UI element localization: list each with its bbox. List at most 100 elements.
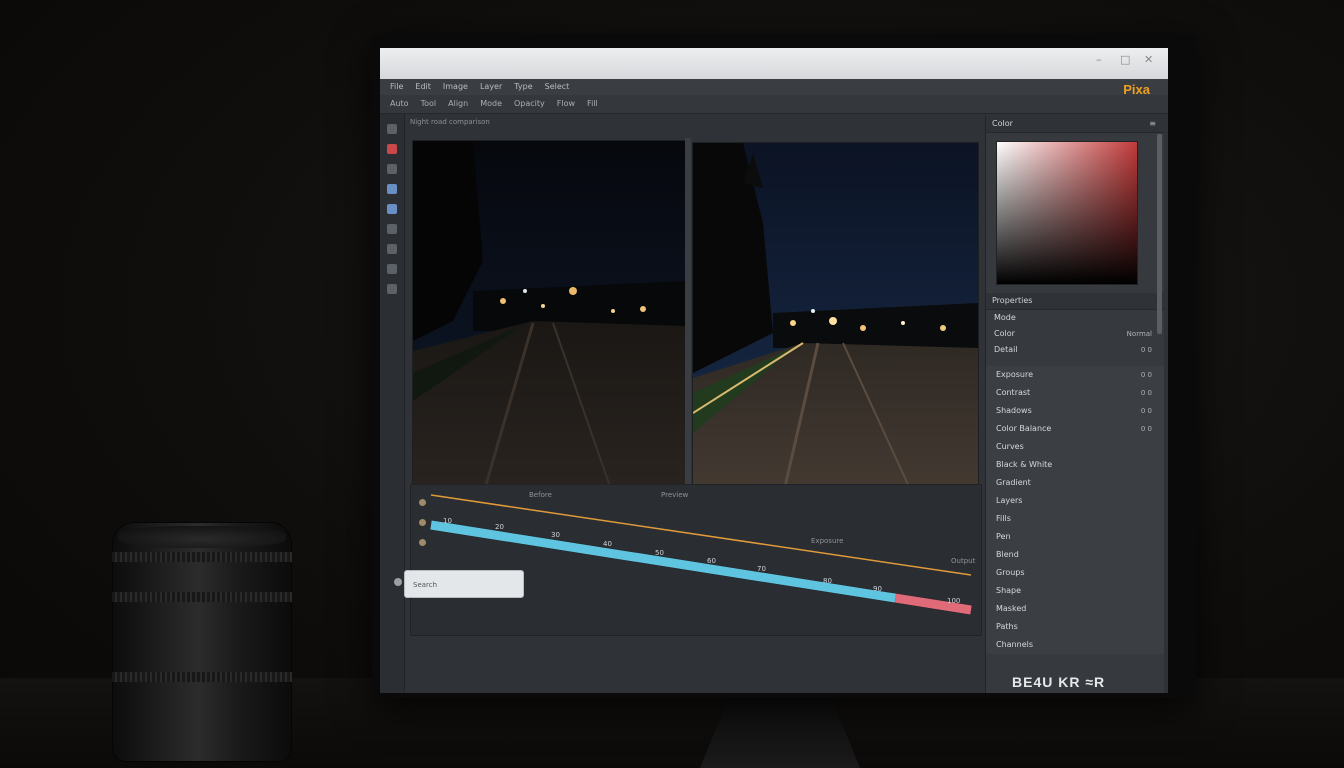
- adjustment-item[interactable]: Groups: [986, 564, 1164, 582]
- properties-panel-header[interactable]: Properties: [986, 293, 1164, 310]
- adjustment-label: Fills: [996, 514, 1011, 523]
- property-row[interactable]: Color Normal: [986, 326, 1164, 342]
- camera-lens: [112, 522, 292, 762]
- adjustment-label: Color Balance: [996, 424, 1052, 433]
- adjustment-value: 0 0: [1140, 407, 1152, 415]
- adjustment-item[interactable]: Pen: [986, 528, 1164, 546]
- brush-tool-icon[interactable]: [387, 144, 397, 154]
- menu-select[interactable]: Select: [545, 79, 570, 95]
- tools-panel: [380, 114, 405, 693]
- monitor: – □ ✕ File Edit Image Layer Type Select …: [372, 34, 1196, 698]
- adjustment-item[interactable]: Masked: [986, 600, 1164, 618]
- menu-file[interactable]: File: [390, 79, 403, 95]
- crop-tool-icon[interactable]: [387, 184, 397, 194]
- menu-bar: File Edit Image Layer Type Select: [380, 79, 1168, 95]
- zoom-tool-icon[interactable]: [387, 284, 397, 294]
- lasso-tool-icon[interactable]: [387, 164, 397, 174]
- menu-type[interactable]: Type: [514, 79, 532, 95]
- property-label: Mode: [994, 313, 1016, 322]
- tick-label: 70: [757, 565, 766, 573]
- adjustment-item[interactable]: Color Balance 0 0: [986, 420, 1164, 438]
- tick-label: 80: [823, 577, 832, 585]
- after-image[interactable]: [692, 142, 979, 540]
- adjustment-label: Black & White: [996, 460, 1053, 469]
- adjustment-item[interactable]: Gradient: [986, 474, 1164, 492]
- adjustment-label: Exposure: [996, 370, 1034, 379]
- tick-label: 30: [551, 531, 560, 539]
- tick-label: 60: [707, 557, 716, 565]
- title-bar: – □ ✕: [380, 48, 1168, 79]
- adjustment-item[interactable]: Shape: [986, 582, 1164, 600]
- property-label: Color: [994, 329, 1015, 338]
- adjustment-item[interactable]: Exposure 0 0: [986, 366, 1164, 384]
- adjustment-value: 0 0: [1140, 371, 1152, 379]
- toolbar-item[interactable]: Tool: [421, 95, 437, 113]
- window-controls: – □ ✕: [1096, 54, 1156, 66]
- toolbar-item[interactable]: Auto: [390, 95, 409, 113]
- panel-scrollbar[interactable]: [1157, 134, 1162, 334]
- adjustment-label: Groups: [996, 568, 1025, 577]
- adjustment-label: Masked: [996, 604, 1027, 613]
- lens-ring: [112, 552, 292, 562]
- options-bar: Auto Tool Align Mode Opacity Flow Fill: [380, 95, 1168, 114]
- property-row[interactable]: Mode: [986, 310, 1164, 326]
- eyedropper-tool-icon[interactable]: [387, 204, 397, 214]
- toolbar-item[interactable]: Opacity: [514, 95, 545, 113]
- adjustment-item[interactable]: Fills: [986, 510, 1164, 528]
- adjustment-item[interactable]: Contrast 0 0: [986, 384, 1164, 402]
- menu-image[interactable]: Image: [443, 79, 468, 95]
- adjustment-item[interactable]: Layers: [986, 492, 1164, 510]
- panel-menu-icon[interactable]: ≡: [1149, 116, 1156, 132]
- adjustment-label: Shadows: [996, 406, 1032, 415]
- close-icon[interactable]: ✕: [1144, 54, 1156, 66]
- color-panel-header[interactable]: Color ≡: [986, 116, 1164, 133]
- adjustment-label: Pen: [996, 532, 1011, 541]
- lens-cap: [118, 526, 286, 548]
- search-input[interactable]: Search: [404, 570, 524, 598]
- expand-handle-icon[interactable]: [394, 578, 402, 586]
- after-photo: [693, 143, 978, 539]
- toolbar-item[interactable]: Align: [448, 95, 468, 113]
- split-divider[interactable]: [685, 138, 691, 498]
- eraser-tool-icon[interactable]: [387, 224, 397, 234]
- right-panel: Color ≡ Properties Mode Color Normal Det…: [985, 116, 1164, 693]
- adjustment-label: Shape: [996, 586, 1022, 595]
- adjustment-label: Gradient: [996, 478, 1031, 487]
- move-tool-icon[interactable]: [387, 124, 397, 134]
- tick-label: 90: [873, 585, 882, 593]
- adjustment-label: Blend: [996, 550, 1019, 559]
- color-picker: [986, 133, 1164, 293]
- menu-layer[interactable]: Layer: [480, 79, 502, 95]
- slider-graph[interactable]: [411, 485, 981, 635]
- adjustment-value: 0 0: [1140, 389, 1152, 397]
- adjustments-list: Exposure 0 0 Contrast 0 0 Shadows 0 0 Color Ba…: [986, 366, 1164, 654]
- property-value: 0 0: [1140, 346, 1152, 354]
- monitor-brand-text: BE4U KR ≈R: [1012, 674, 1106, 690]
- toolbar-item[interactable]: Mode: [480, 95, 502, 113]
- adjustment-item[interactable]: Blend: [986, 546, 1164, 564]
- shape-tool-icon[interactable]: [387, 264, 397, 274]
- adjustment-label: Contrast: [996, 388, 1031, 397]
- tick-label: 20: [495, 523, 504, 531]
- maximize-icon[interactable]: □: [1120, 54, 1132, 66]
- adjustment-item[interactable]: Black & White: [986, 456, 1164, 474]
- adjustment-item[interactable]: Channels: [986, 636, 1164, 654]
- document-tab[interactable]: Night road comparison: [410, 118, 490, 126]
- adjustment-label: Channels: [996, 640, 1034, 649]
- lens-ring: [112, 592, 292, 602]
- menu-edit[interactable]: Edit: [415, 79, 431, 95]
- property-row[interactable]: Detail 0 0: [986, 342, 1164, 358]
- color-field[interactable]: [996, 141, 1138, 285]
- adjustment-item[interactable]: Curves: [986, 438, 1164, 456]
- adjustment-item[interactable]: Paths: [986, 618, 1164, 636]
- adjustment-value: 0 0: [1140, 425, 1152, 433]
- lens-ring: [112, 672, 292, 682]
- toolbar-item[interactable]: Flow: [557, 95, 575, 113]
- minimize-icon[interactable]: –: [1096, 54, 1108, 66]
- before-image[interactable]: [412, 140, 686, 496]
- adjustment-item[interactable]: Shadows 0 0: [986, 402, 1164, 420]
- adjustment-label: Curves: [996, 442, 1024, 451]
- toolbar-item[interactable]: Fill: [587, 95, 598, 113]
- property-label: Detail: [994, 345, 1018, 354]
- text-tool-icon[interactable]: [387, 244, 397, 254]
